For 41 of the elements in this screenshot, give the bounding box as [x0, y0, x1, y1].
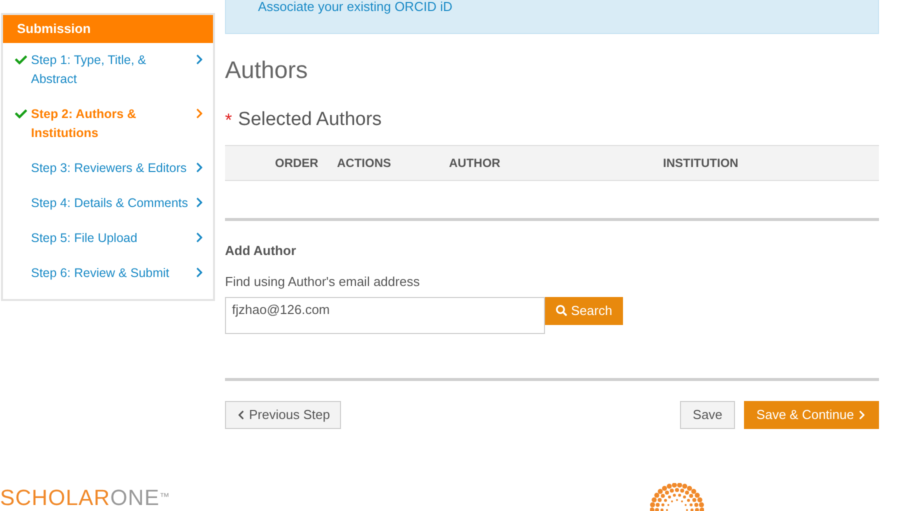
- step-label[interactable]: Step 3: Reviewers & Editors: [31, 158, 193, 178]
- step-label[interactable]: Step 4: Details & Comments: [31, 194, 193, 212]
- step-link[interactable]: Step 3: Reviewers & Editors: [3, 150, 213, 186]
- save-button[interactable]: Save: [680, 400, 736, 428]
- step-link[interactable]: Step 6: Review & Submit: [3, 256, 213, 290]
- step-link[interactable]: Step 2: Authors & Institutions: [3, 96, 213, 150]
- column-header: INSTITUTION: [663, 156, 738, 170]
- column-header: ACTIONS: [337, 156, 391, 170]
- check-icon: [15, 108, 27, 120]
- page-title: Authors: [225, 56, 309, 86]
- step-label[interactable]: Step 5: File Upload: [31, 228, 193, 248]
- email-label: Find using Author's email address: [225, 273, 421, 291]
- add-author-title: Add Author: [225, 242, 297, 260]
- step-link[interactable]: Step 4: Details & Comments: [3, 186, 213, 220]
- required-mark: *: [225, 108, 232, 132]
- step-label[interactable]: Step 6: Review & Submit: [31, 264, 193, 282]
- chevron-right-icon: [194, 108, 205, 118]
- sidebar-header: Submission: [3, 15, 213, 42]
- step-link[interactable]: Step 1: Type, Title, & Abstract: [3, 42, 213, 96]
- section-title: Selected Authors: [238, 108, 382, 132]
- chevron-right-icon: [194, 54, 205, 64]
- step-label[interactable]: Step 2: Authors & Institutions: [31, 104, 193, 142]
- chevron-left-icon: [236, 410, 246, 420]
- chevron-right-icon: [194, 266, 205, 278]
- scholarone-logo: SCHOLARONE™: [0, 486, 170, 510]
- search-icon: [556, 305, 567, 316]
- column-header: AUTHOR: [449, 156, 500, 170]
- chevron-right-icon: [194, 162, 205, 172]
- orcid-link[interactable]: Associate your existing ORCID iD: [258, 0, 878, 14]
- search-button[interactable]: Search: [545, 296, 624, 324]
- previous-step-button[interactable]: Previous Step: [225, 400, 341, 428]
- check-icon: [15, 54, 27, 66]
- save-continue-button[interactable]: Save & Continue: [744, 400, 879, 428]
- email-input[interactable]: fjzhao@126.com: [225, 296, 545, 334]
- sunburst-logo-icon: [650, 483, 704, 511]
- step-link[interactable]: Step 5: File Upload: [3, 220, 213, 256]
- step-label[interactable]: Step 1: Type, Title, & Abstract: [31, 50, 193, 88]
- chevron-right-icon: [194, 196, 205, 208]
- chevron-right-icon: [194, 232, 205, 242]
- column-header: ORDER: [275, 156, 318, 170]
- chevron-right-icon: [857, 410, 867, 420]
